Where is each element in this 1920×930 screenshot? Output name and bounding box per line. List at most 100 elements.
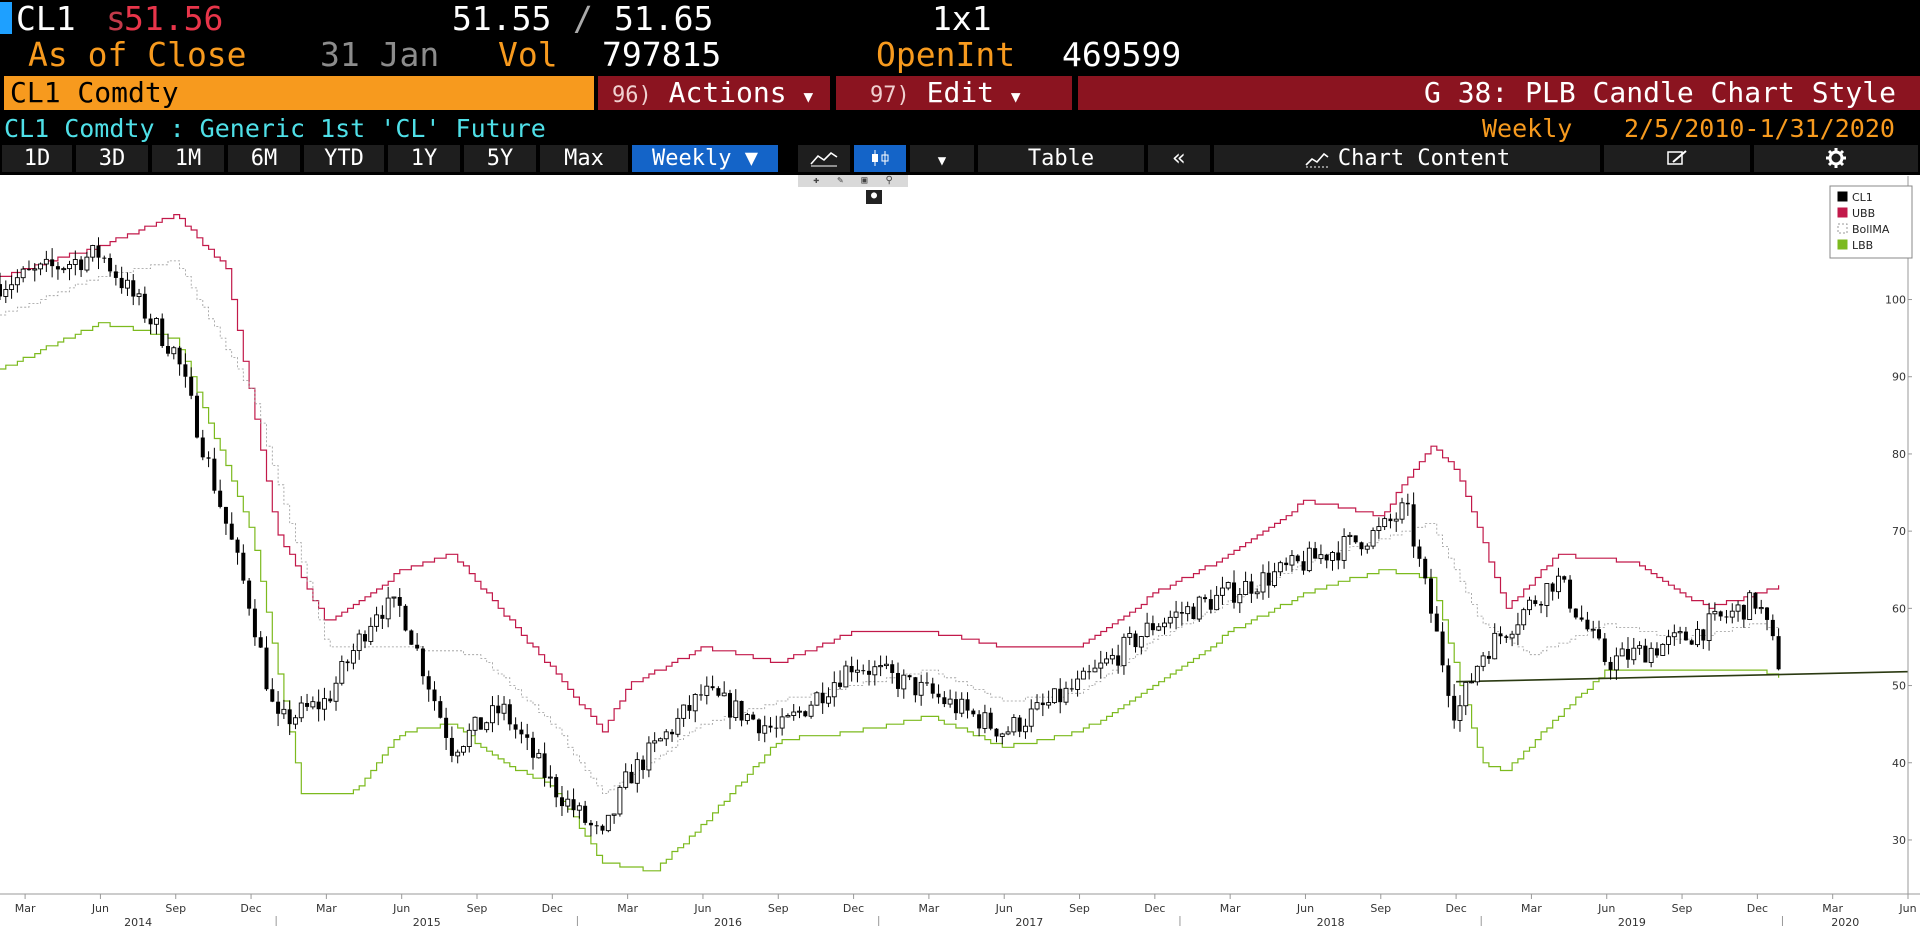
candle-up [826,696,831,704]
candle-down [148,318,153,325]
candle-up [339,661,345,684]
candle-up [1185,606,1191,615]
candle-down [264,647,269,690]
candle-up [20,268,26,279]
candle-up [536,752,542,759]
candle-down [895,672,900,689]
candle-down [1353,535,1358,543]
candle-up [854,669,860,673]
legend-swatch-ubb [1837,207,1848,218]
security-field[interactable]: CL1 Comdty [4,76,594,110]
legend-label-lbb: LBB [1852,239,1873,252]
x-tick-label: Jun [392,902,410,915]
settings-gear-icon [1826,148,1846,168]
period-6m-button[interactable]: 6M [228,145,300,172]
candle-chart-svg[interactable]: 30405060708090100110MarJunSepDecMarJunSe… [0,176,1920,929]
candle-down [1504,636,1509,638]
candle-down [930,683,935,694]
candle-up [1318,554,1324,560]
candle-up [1196,596,1202,620]
candle-up [814,692,820,706]
candle-down [554,777,559,798]
candle-up [704,685,710,696]
candle-down [1597,629,1602,639]
candle-up [1289,555,1295,566]
frequency-dropdown[interactable]: Weekly ▼ [632,145,778,172]
candle-chart-button[interactable] [854,145,906,172]
candle-down [496,705,501,714]
candle-down [710,686,715,689]
candle-up [72,259,78,265]
candle-up [883,663,889,667]
candle-down [247,580,252,609]
candle-down [55,266,60,270]
candle-down [1295,555,1300,562]
candle-up [3,289,9,297]
candle-down [1191,606,1196,619]
collapse-button[interactable]: « [1148,145,1210,172]
candle-down [432,689,437,702]
candle-down [1770,619,1775,637]
candle-down [519,729,524,735]
period-ytd-button[interactable]: YTD [304,145,384,172]
candle-up [298,702,304,719]
candle-down [420,648,425,677]
legend-label-ubb: UBB [1852,207,1875,220]
candle-down [444,717,449,738]
candle-down [1284,562,1289,566]
period-1m-button[interactable]: 1M [152,145,224,172]
candle-up [1260,572,1266,593]
candle-up [959,698,965,714]
period-5y-button[interactable]: 5Y [464,145,536,172]
candle-down [1116,655,1121,666]
period-max-button[interactable]: Max [540,145,628,172]
candle-up [310,701,316,708]
candle-down [276,701,281,714]
candle-up [617,786,623,815]
edit-label: Edit [926,76,995,109]
frequency-label: Weekly [1482,114,1573,143]
candle-down [218,490,223,507]
settings-button[interactable] [1754,145,1918,172]
dropdown-caret-icon: ▼ [803,87,814,106]
candle-down [739,700,744,721]
x-tick-label: Jun [1296,902,1314,915]
period-1d-button[interactable]: 1D [2,145,72,172]
candles [0,237,1781,837]
candle-down [531,737,536,758]
period-3d-button[interactable]: 3D [76,145,148,172]
ticker: CL1 [16,0,76,38]
edit-menu[interactable]: 97) Edit ▼ [836,76,1072,110]
candle-up [733,700,739,719]
candle-up [43,258,49,265]
line-chart-button[interactable] [798,145,850,172]
candle-up [1109,654,1115,660]
candle-up [1376,526,1382,531]
candle-down [1405,502,1410,505]
period-1y-button[interactable]: 1Y [388,145,460,172]
x-tick-label: Dec [1747,902,1768,915]
candle-down [849,665,854,673]
candle-up [356,633,362,652]
frequency-dropdown-label: Weekly [652,146,732,171]
candle-up [1272,571,1278,586]
candle-down [513,724,518,730]
chart-type-dropdown[interactable]: ▼ [910,145,974,172]
actions-menu[interactable]: 96) Actions ▼ [598,76,830,110]
x-tick-label: Mar [15,902,36,915]
price-chart[interactable]: 30405060708090100110MarJunSepDecMarJunSe… [0,176,1920,929]
legend-swatch-lbb [1837,239,1848,250]
candle-down [1486,655,1491,659]
chart-content-label: Chart Content [1337,146,1511,171]
indicator-lines [0,214,1909,872]
candle-up [1521,609,1527,626]
table-button[interactable]: Table [978,145,1144,172]
input-cursor[interactable] [0,2,12,34]
candle-up [1758,607,1764,610]
candle-up [565,798,571,807]
annotate-button[interactable] [1604,145,1750,172]
candle-down [223,506,228,524]
chart-content-button[interactable]: Chart Content [1214,145,1600,172]
candle-up [918,681,924,696]
candle-down [641,759,646,770]
